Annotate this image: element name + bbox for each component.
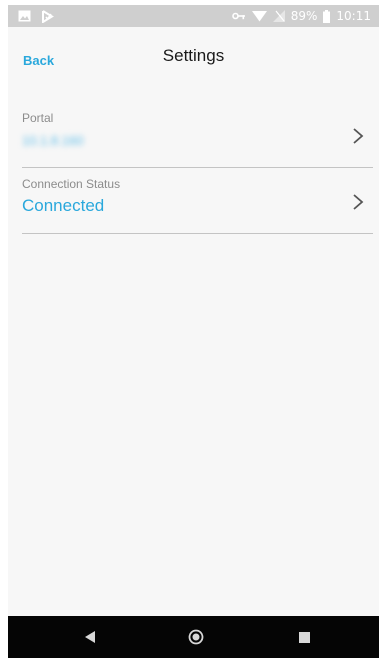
cell-signal-icon [272, 10, 285, 22]
setting-value-connection-status: Connected [22, 196, 105, 215]
home-circle-icon[interactable] [176, 616, 216, 658]
wifi-icon [251, 10, 267, 22]
chevron-right-icon [351, 193, 365, 211]
setting-label: Connection Status [22, 177, 121, 191]
battery-percent: 89% [290, 9, 318, 23]
app-screen: 89% 10:11 Back Settings Portal 10.1.8.16… [8, 5, 379, 658]
voicemail-check-icon [41, 9, 54, 23]
back-triangle-icon[interactable] [70, 616, 110, 658]
setting-row-connection-status[interactable]: Connection Status Connected [22, 171, 373, 234]
battery-icon [323, 9, 331, 23]
vpn-key-icon [231, 12, 246, 20]
image-icon [18, 10, 31, 22]
setting-value-portal: 10.1.8.160 [22, 133, 84, 148]
header: Back Settings [8, 27, 379, 95]
status-right-icons: 89% 10:11 [231, 5, 371, 27]
status-time: 10:11 [336, 9, 371, 23]
page-title: Settings [162, 46, 225, 65]
settings-list: Portal 10.1.8.160 Connection Status Conn… [22, 105, 373, 234]
status-bar: 89% 10:11 [8, 5, 379, 27]
nav-bar [8, 616, 379, 658]
status-left-icons [18, 5, 54, 27]
recents-square-icon[interactable] [284, 616, 324, 658]
chevron-right-icon [351, 127, 365, 145]
setting-row-portal[interactable]: Portal 10.1.8.160 [22, 105, 373, 168]
setting-label: Portal [22, 111, 54, 125]
